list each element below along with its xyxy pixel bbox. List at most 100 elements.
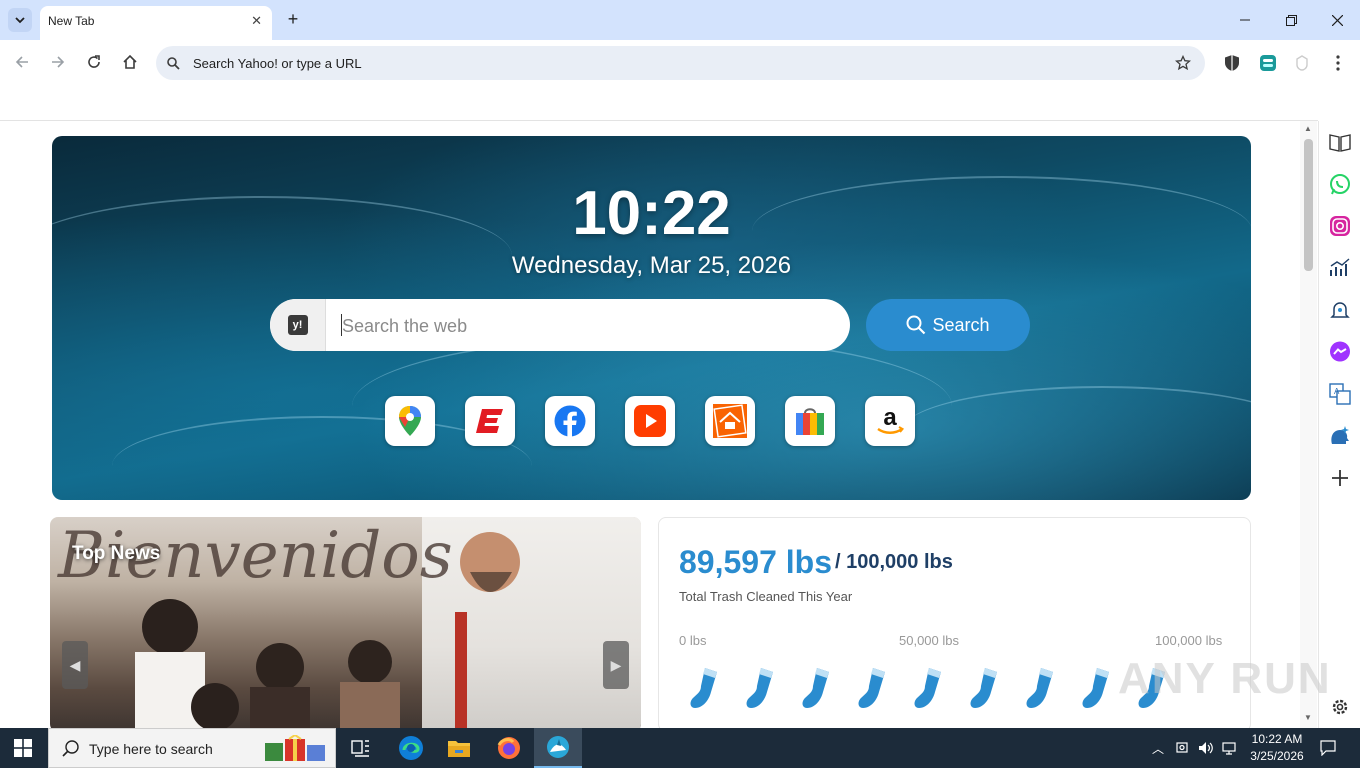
extension-button[interactable]: [1291, 52, 1313, 74]
reload-button[interactable]: [84, 52, 104, 72]
gear-icon: [1332, 699, 1348, 715]
sidebar-messenger[interactable]: [1329, 341, 1351, 363]
sidebar-stocks[interactable]: [1329, 257, 1351, 279]
start-button[interactable]: [0, 728, 46, 768]
shield-icon: [1225, 55, 1239, 71]
tab-list-button[interactable]: [8, 8, 32, 32]
sock-icon: [802, 668, 829, 708]
search-button[interactable]: Search: [866, 299, 1030, 351]
home-icon: [123, 54, 137, 69]
news-title: Top News: [72, 543, 161, 564]
scale-max: 100,000 lbs: [1155, 633, 1223, 648]
espn-icon: [476, 409, 503, 433]
trash-amount: 89,597 lbs: [679, 544, 832, 580]
address-bar[interactable]: Search Yahoo! or type a URL: [156, 46, 1205, 80]
sidebar-reader[interactable]: [1329, 131, 1351, 153]
minimize-icon: [1240, 19, 1250, 21]
top-news-card[interactable]: Bienvenidos Top News ◀ ▶: [50, 517, 641, 728]
shortcut-google-maps[interactable]: [385, 396, 435, 446]
sidebar-settings[interactable]: [1329, 696, 1351, 718]
chart-icon: [1330, 258, 1350, 276]
taskbar-edge[interactable]: [388, 728, 434, 768]
task-view-icon: [351, 740, 369, 757]
folder-icon: [448, 741, 470, 757]
sidebar-instagram[interactable]: [1329, 215, 1351, 237]
sock-icon: [1026, 668, 1053, 708]
sidebar-translate[interactable]: A: [1329, 383, 1351, 405]
yahoo-icon: y!: [287, 315, 308, 335]
web-search-input[interactable]: [342, 315, 832, 337]
carousel-next-button[interactable]: ▶: [603, 641, 629, 689]
arrow-right-icon: [52, 56, 65, 68]
forward-button[interactable]: [48, 52, 68, 72]
svg-text:A: A: [1334, 387, 1340, 396]
browser-toolbar: Search Yahoo! or type a URL: [0, 40, 1360, 86]
close-icon: [1331, 14, 1343, 26]
shortcut-shopping[interactable]: [785, 396, 835, 446]
minimize-button[interactable]: [1222, 0, 1268, 40]
shortcut-facebook[interactable]: [545, 396, 595, 446]
sidebar-ai-assistant[interactable]: [1329, 425, 1351, 447]
scale-min: 0 lbs: [679, 633, 707, 648]
translate-icon: A: [1329, 383, 1351, 405]
tab-title: New Tab: [48, 14, 95, 28]
extension-icon: [1296, 55, 1308, 71]
taskbar-clock-date[interactable]: 3/25/2026: [1246, 749, 1308, 763]
sparkle-head-icon: [1331, 426, 1349, 444]
back-button[interactable]: [12, 52, 32, 72]
more-vertical-icon: [1336, 55, 1340, 71]
sidebar-alerts[interactable]: [1329, 299, 1351, 321]
webcam-icon[interactable]: [1176, 741, 1190, 755]
taskbar-clock-time[interactable]: 10:22 AM: [1246, 732, 1308, 746]
svg-text:a: a: [883, 405, 897, 431]
arrow-left-icon: [15, 56, 28, 68]
sidebar-whatsapp[interactable]: [1329, 173, 1351, 195]
taskbar-search-text: Type here to search: [89, 741, 213, 757]
search-icon: [62, 740, 79, 757]
close-icon[interactable]: ✕: [251, 13, 262, 29]
notification-icon[interactable]: [1320, 740, 1336, 756]
shortcut-youtube[interactable]: [625, 396, 675, 446]
tab-new-tab[interactable]: New Tab ✕: [40, 6, 272, 40]
scroll-down-icon[interactable]: ▼: [1304, 713, 1312, 722]
page-scrollbar[interactable]: ▲ ▼: [1300, 121, 1317, 728]
taskbar-file-explorer[interactable]: [436, 728, 482, 768]
sock-icon: [858, 668, 885, 708]
messenger-icon: [1330, 341, 1350, 362]
taskbar-active-app[interactable]: [534, 728, 582, 768]
shopping-bag-icon: [796, 408, 824, 435]
shortcut-amazon[interactable]: a: [865, 396, 915, 446]
hero-banner: 10:22 Wednesday, Mar 25, 2026 y! Search: [52, 136, 1251, 500]
search-engine-selector[interactable]: y!: [270, 299, 326, 351]
web-search-box: y!: [270, 299, 850, 351]
amazon-icon: a: [877, 405, 905, 434]
restore-button[interactable]: [1268, 0, 1314, 40]
toggle-extension-button[interactable]: [1257, 52, 1279, 74]
task-view-button[interactable]: [338, 728, 384, 768]
menu-button[interactable]: [1327, 52, 1349, 74]
volume-icon[interactable]: [1198, 741, 1214, 755]
taskbar-firefox[interactable]: [486, 728, 532, 768]
chevron-down-icon: [15, 17, 25, 24]
new-tab-button[interactable]: +: [282, 8, 304, 30]
chevron-up-icon[interactable]: ︿: [1152, 740, 1164, 757]
shortcut-espn[interactable]: [465, 396, 515, 446]
sock-icon: [914, 668, 941, 708]
alarm-icon: [1330, 302, 1350, 318]
taskbar-search[interactable]: Type here to search: [48, 728, 336, 768]
network-icon[interactable]: [1222, 741, 1238, 755]
close-window-button[interactable]: [1314, 0, 1360, 40]
search-button-label: Search: [932, 314, 990, 335]
star-icon[interactable]: [1175, 55, 1191, 71]
reload-icon: [88, 55, 100, 68]
shield-extension-button[interactable]: [1221, 52, 1243, 74]
carousel-prev-button[interactable]: ◀: [62, 641, 88, 689]
book-icon: [1329, 134, 1351, 152]
home-button[interactable]: [120, 52, 140, 72]
scrollbar-thumb[interactable]: [1304, 139, 1313, 271]
scroll-up-icon[interactable]: ▲: [1304, 124, 1312, 133]
sidebar-add[interactable]: [1329, 467, 1351, 489]
whatsapp-icon: [1330, 174, 1350, 195]
sock-icon: [690, 668, 717, 708]
shortcut-home-depot[interactable]: [705, 396, 755, 446]
